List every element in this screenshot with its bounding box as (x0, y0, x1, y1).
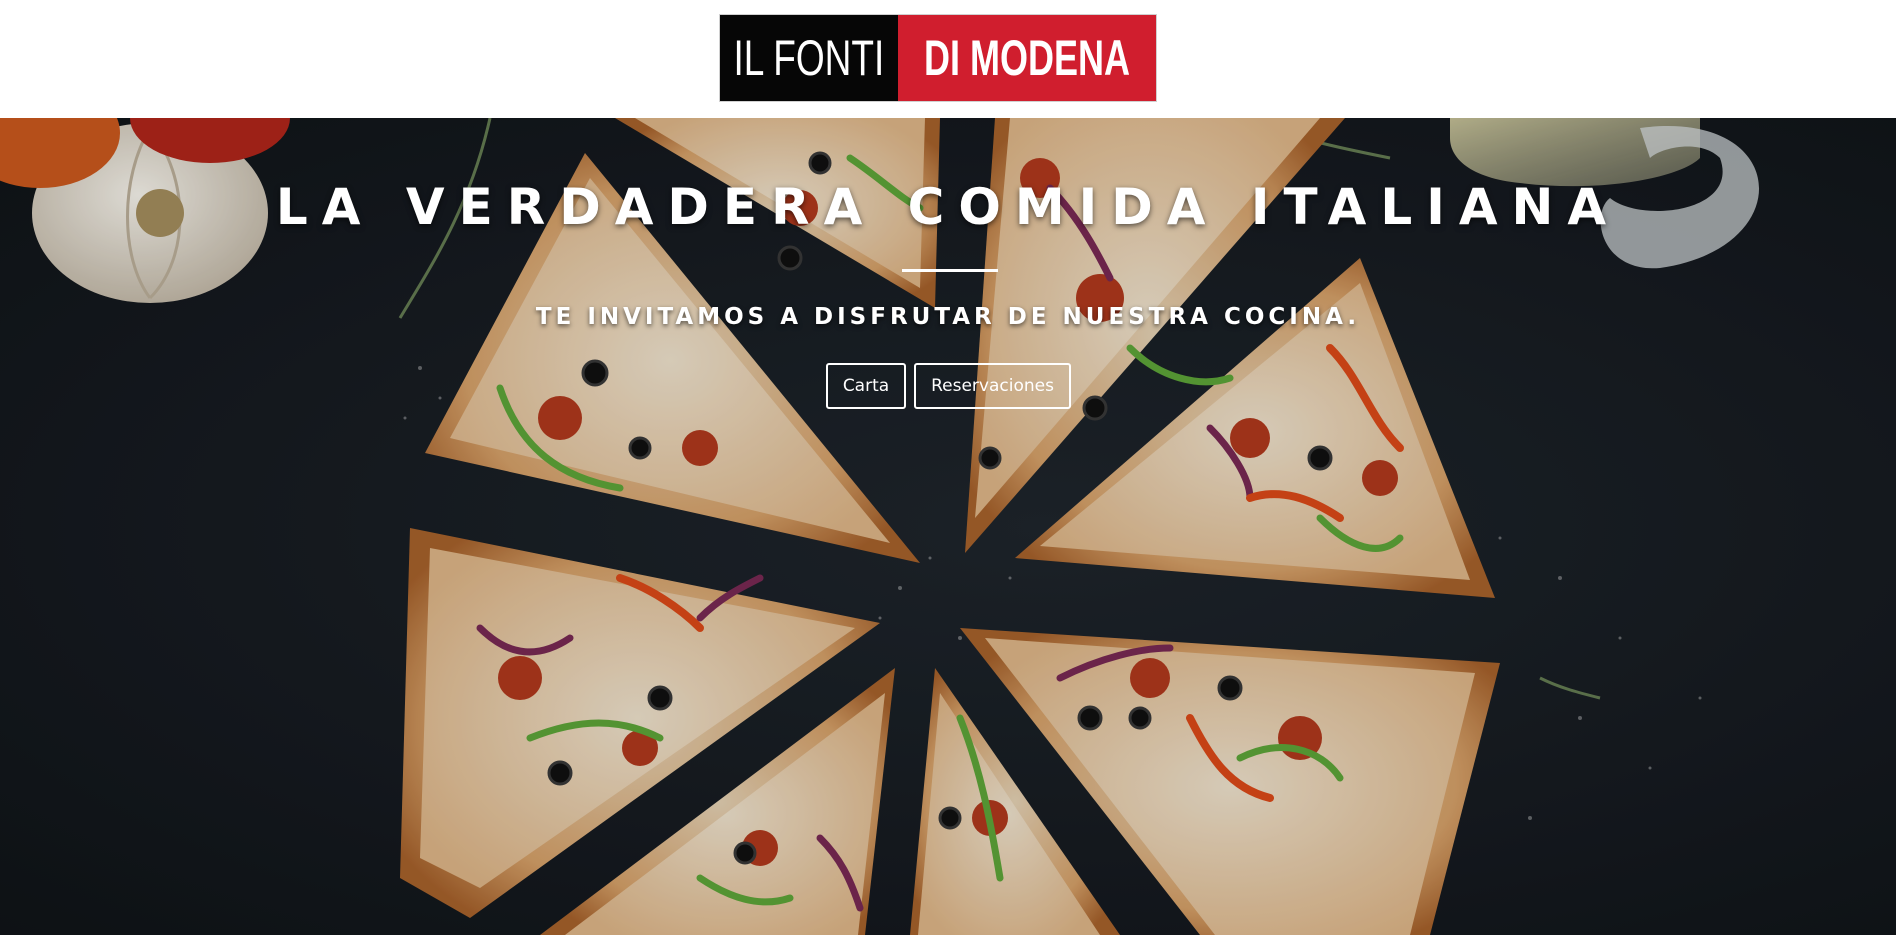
logo-text-part1: IL FONTI (733, 30, 885, 86)
hero-overlay (0, 118, 1896, 935)
logo-text-part2: DI MODENA (924, 30, 1131, 86)
logo-left-block: IL FONTI (720, 15, 898, 101)
hero-divider (902, 269, 998, 272)
logo-right-block: DI MODENA (898, 15, 1156, 101)
hero-buttons: Carta Reservaciones (826, 363, 1071, 409)
carta-button[interactable]: Carta (826, 363, 906, 409)
hero-subtitle: TE INVITAMOS A DISFRUTAR DE NUESTRA COCI… (535, 304, 1361, 330)
hero-section: LA VERDADERA COMIDA ITALIANA TE INVITAMO… (0, 118, 1896, 935)
reservaciones-button[interactable]: Reservaciones (914, 363, 1071, 409)
site-logo[interactable]: IL FONTI DI MODENA (719, 14, 1157, 102)
hero-title: LA VERDADERA COMIDA ITALIANA (275, 178, 1621, 236)
site-header: IL FONTI DI MODENA (0, 0, 1896, 118)
